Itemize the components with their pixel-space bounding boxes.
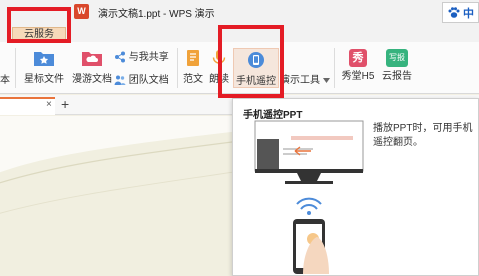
language-label: 中 (463, 8, 474, 20)
chevron-down-icon (322, 78, 330, 83)
share-icon (115, 51, 125, 63)
star-folder-icon (34, 52, 54, 66)
share-with-me-button[interactable]: 与我共享 (114, 48, 169, 63)
ribbon-separator (15, 48, 16, 88)
slide-workspace[interactable] (0, 116, 232, 276)
template-doc-icon (187, 50, 199, 66)
cloud-report-label: 云报告 (382, 71, 412, 82)
highlight-cloud-tab (7, 7, 71, 43)
ribbon-separator (334, 48, 335, 88)
cloud-report-button[interactable]: 写报 云报告 (380, 49, 414, 82)
xiutang-h5-label: 秀堂H5 (341, 71, 375, 82)
share-with-me-label: 与我共享 (128, 52, 169, 63)
report-icon: 写报 (386, 49, 408, 67)
star-doc-button[interactable]: 星标文件 (22, 49, 66, 85)
close-tab-icon[interactable]: × (46, 99, 52, 110)
paw-icon (448, 7, 460, 18)
slide-background-graphic (0, 116, 232, 276)
highlight-phone-remote (218, 25, 284, 98)
phone-remote-tooltip: 手机遥控PPT 播放PPT时，可用手机遥控翻页。 (232, 98, 479, 276)
xiutang-h5-button[interactable]: 秀 秀堂H5 (341, 49, 375, 82)
tooltip-description: 播放PPT时，可用手机遥控翻页。 (373, 123, 473, 148)
window-title: 演示文稿1.ppt - WPS 演示 (98, 9, 215, 20)
template-label: 范文 (183, 74, 203, 85)
team-icon (114, 75, 126, 86)
presentation-tools-button[interactable]: 演示工具 (280, 71, 330, 86)
team-doc-label: 团队文档 (128, 75, 169, 86)
cut-off-label: 本 (0, 75, 10, 86)
ribbon-separator (177, 48, 178, 88)
add-tab-icon[interactable]: + (61, 96, 69, 112)
star-doc-label: 星标文件 (24, 74, 64, 85)
roam-doc-button[interactable]: 漫游文档 (70, 49, 114, 85)
team-doc-button[interactable]: 团队文档 (114, 71, 169, 86)
wps-logo-icon: W (74, 4, 89, 19)
roam-doc-label: 漫游文档 (72, 74, 112, 85)
cut-off-button[interactable]: 本 (0, 71, 10, 86)
xiu-icon: 秀 (349, 49, 367, 67)
title-bar (0, 0, 479, 25)
cloud-folder-icon (82, 52, 102, 66)
presentation-tools-label: 演示工具 (280, 75, 320, 86)
template-button[interactable]: 范文 (180, 49, 206, 85)
input-method-indicator[interactable]: 中 (442, 2, 479, 23)
